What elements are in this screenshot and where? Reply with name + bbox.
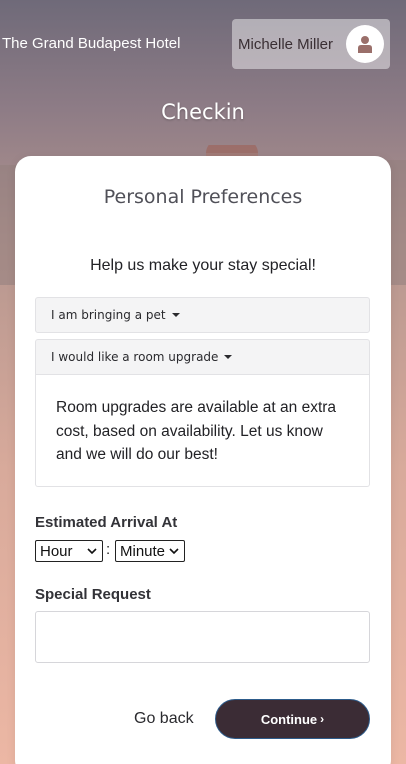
hour-select[interactable]: Hour (35, 540, 103, 562)
checkin-page: The Grand Budapest Hotel Michelle Miller… (0, 0, 406, 764)
special-request-input[interactable] (35, 611, 370, 663)
continue-label: Continue (260, 711, 318, 727)
preferences-card: Personal Preferences Help us make your s… (15, 156, 391, 764)
minute-select-value: Minute (120, 542, 166, 560)
hotel-name[interactable]: The Grand Budapest Hotel (2, 35, 180, 52)
minute-select[interactable]: Minute (115, 540, 185, 562)
pet-dropdown-toggle[interactable]: I am bringing a pet (35, 297, 370, 333)
upgrade-dropdown-toggle[interactable]: I would like a room upgrade (35, 339, 370, 375)
user-menu-button[interactable]: Michelle Miller (232, 19, 390, 69)
avatar (346, 25, 384, 63)
caret-down-icon (171, 313, 180, 317)
pet-toggle-label: I am bringing a pet (51, 308, 166, 322)
go-back-link[interactable]: Go back (134, 710, 194, 728)
card-title: Personal Preferences (103, 186, 303, 208)
chevron-down-icon (169, 548, 179, 555)
chevron-down-icon (87, 548, 97, 555)
upgrade-toggle-label: I would like a room upgrade (51, 350, 219, 364)
special-request-label: Special Request (35, 586, 151, 603)
arrival-label: Estimated Arrival At (35, 514, 178, 531)
page-title: Checkin (161, 100, 245, 124)
continue-button[interactable]: Continue › (215, 699, 370, 739)
top-bar: The Grand Budapest Hotel Michelle Miller (0, 0, 406, 86)
user-name: Michelle Miller (238, 35, 334, 53)
time-separator: : (106, 541, 111, 558)
hour-select-value: Hour (40, 542, 73, 560)
upgrade-info-panel: Room upgrades are available at an extra … (35, 375, 370, 487)
upgrade-info-text: Room upgrades are available at an extra … (56, 399, 337, 463)
chevron-right-icon: › (320, 712, 325, 726)
card-subtitle: Help us make your stay special! (90, 257, 316, 274)
caret-down-icon (224, 355, 233, 359)
user-icon (358, 36, 372, 53)
